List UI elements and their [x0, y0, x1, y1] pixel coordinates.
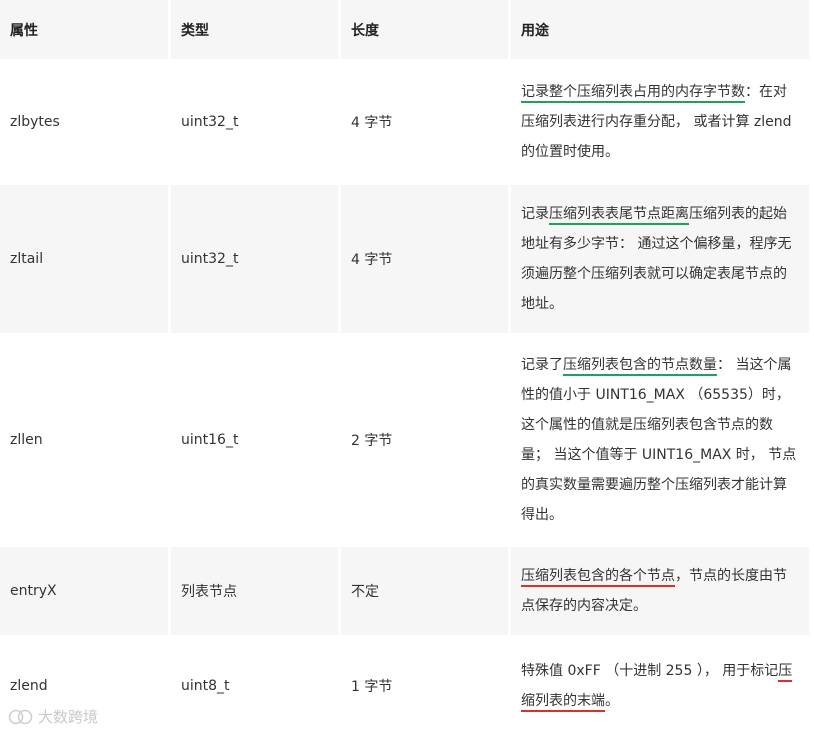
attr-cell: zllen	[0, 336, 168, 544]
usage-segment: 。	[605, 693, 619, 709]
attr-cell: entryX	[0, 547, 168, 635]
table-row: entryX 列表节点 不定 压缩列表包含的各个节点，节点的长度由节点保存的内容…	[0, 547, 814, 635]
usage-cell: 记录压缩列表表尾节点距离压缩列表的起始地址有多少字节： 通过这个偏移量，程序无须…	[511, 185, 809, 333]
attr-cell: zltail	[0, 185, 168, 333]
length-cell: 2 字节	[341, 336, 508, 544]
length-cell: 1 字节	[341, 638, 508, 734]
length-cell: 4 字节	[341, 185, 508, 333]
usage-cell: 特殊值 0xFF （十进制 255 ）， 用于标记压缩列表的末端。	[511, 638, 809, 734]
watermark: 大数跨境	[8, 706, 98, 727]
header-type: 类型	[171, 0, 338, 59]
usage-text: 记录整个压缩列表占用的内存字节数：在对压缩列表进行内存重分配， 或者计算 zle…	[521, 77, 799, 167]
watermark-logo-icon	[8, 709, 33, 724]
type-cell: uint16_t	[171, 336, 338, 544]
table-row: zlend uint8_t 1 字节 特殊值 0xFF （十进制 255 ）， …	[0, 638, 814, 734]
usage-segment: 记录	[521, 206, 549, 222]
usage-segment: 特殊值 0xFF （十进制 255 ）， 用于标记	[521, 663, 779, 679]
usage-cell: 压缩列表包含的各个节点，节点的长度由节点保存的内容决定。	[511, 547, 809, 635]
watermark-text: 大数跨境	[38, 708, 99, 726]
type-cell: uint32_t	[171, 62, 338, 182]
type-cell: 列表节点	[171, 547, 338, 635]
usage-segment: ： 当这个属性的值小于 UINT16_MAX （65535）时， 这个属性的值就…	[521, 357, 797, 523]
header-usage: 用途	[511, 0, 809, 59]
usage-text: 特殊值 0xFF （十进制 255 ）， 用于标记压缩列表的末端。	[521, 656, 799, 716]
length-cell: 4 字节	[341, 62, 508, 182]
table-row: zltail uint32_t 4 字节 记录压缩列表表尾节点距离压缩列表的起始…	[0, 185, 814, 333]
usage-cell: 记录了压缩列表包含的节点数量： 当这个属性的值小于 UINT16_MAX （65…	[511, 336, 809, 544]
highlighted-phrase: 记录整个压缩列表占用的内存字节数	[521, 84, 745, 103]
usage-text: 压缩列表包含的各个节点，节点的长度由节点保存的内容决定。	[521, 561, 799, 621]
table-row: zllen uint16_t 2 字节 记录了压缩列表包含的节点数量： 当这个属…	[0, 336, 814, 544]
header-length: 长度	[341, 0, 508, 59]
length-cell: 不定	[341, 547, 508, 635]
attr-cell: zlbytes	[0, 62, 168, 182]
usage-text: 记录压缩列表表尾节点距离压缩列表的起始地址有多少字节： 通过这个偏移量，程序无须…	[521, 199, 799, 319]
table-header-row: 属性 类型 长度 用途	[0, 0, 814, 59]
type-cell: uint8_t	[171, 638, 338, 734]
usage-cell: 记录整个压缩列表占用的内存字节数：在对压缩列表进行内存重分配， 或者计算 zle…	[511, 62, 809, 182]
header-attr: 属性	[0, 0, 168, 59]
usage-text: 记录了压缩列表包含的节点数量： 当这个属性的值小于 UINT16_MAX （65…	[521, 350, 799, 530]
type-cell: uint32_t	[171, 185, 338, 333]
highlighted-phrase: 压缩列表表尾节点距离	[549, 206, 689, 225]
highlighted-phrase: 压缩列表包含的节点数量	[563, 357, 717, 376]
highlighted-phrase: 压缩列表包含的各个节点	[521, 568, 675, 587]
table-row: zlbytes uint32_t 4 字节 记录整个压缩列表占用的内存字节数：在…	[0, 62, 814, 182]
usage-segment: 记录了	[521, 357, 563, 373]
